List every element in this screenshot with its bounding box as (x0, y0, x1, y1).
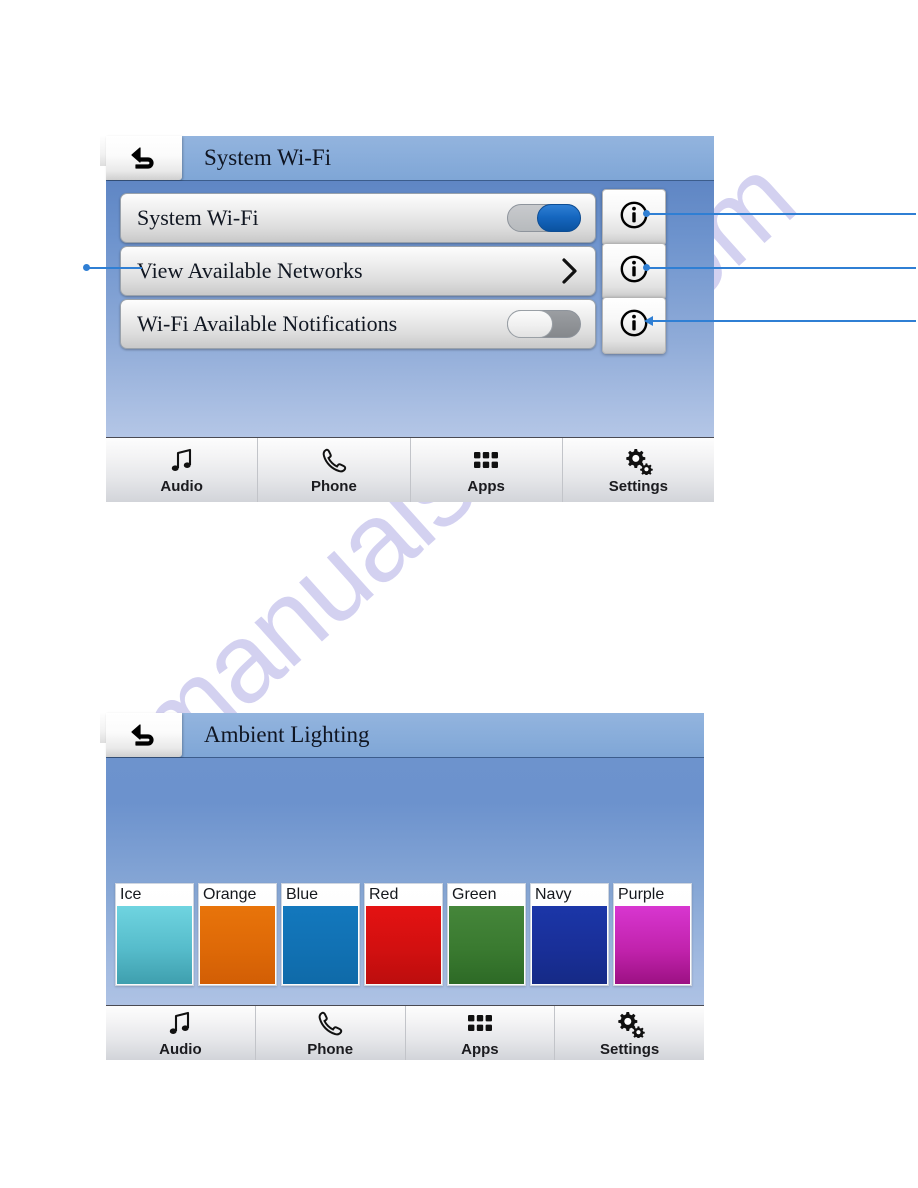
toggle-knob (507, 310, 553, 338)
color-swatch-ice[interactable]: Ice (115, 883, 194, 986)
page-title: Ambient Lighting (204, 722, 370, 747)
swatch-label: Purple (618, 886, 665, 903)
nav-label: Phone (307, 1040, 354, 1058)
nav-item-settings[interactable]: Settings (563, 438, 714, 502)
info-icon (619, 254, 649, 289)
color-swatch-navy[interactable]: Navy (530, 883, 609, 986)
nav-item-settings[interactable]: Settings (555, 1006, 704, 1060)
system-wifi-toggle[interactable] (507, 204, 581, 232)
color-swatch-strip: Ice Orange Blue Red Green Navy Purple (115, 883, 692, 986)
nav-item-apps[interactable]: Apps (406, 1006, 556, 1060)
nav-item-apps[interactable]: Apps (411, 438, 563, 502)
swatch-color (449, 906, 524, 984)
info-button-wifi-notifications[interactable] (602, 297, 666, 354)
swatch-color (200, 906, 275, 984)
nav-item-phone[interactable]: Phone (256, 1006, 406, 1060)
swatch-color (532, 906, 607, 984)
nav-item-audio[interactable]: Audio (106, 1006, 256, 1060)
callout-arrow-wifi-notifications (644, 316, 653, 326)
swatch-label: Red (369, 886, 399, 903)
system-wifi-screen: System Wi-Fi System Wi-Fi View Available… (100, 136, 714, 502)
back-arrow-icon (126, 722, 162, 748)
toggle-knob (537, 204, 581, 232)
swatch-color (117, 906, 192, 984)
color-swatch-red[interactable]: Red (364, 883, 443, 986)
back-button[interactable] (106, 713, 182, 757)
callout-endpoint-system-wifi (643, 210, 650, 217)
gears-icon (615, 1009, 645, 1039)
swatch-color (366, 906, 441, 984)
gears-icon (623, 446, 654, 476)
callout-line-system-wifi (646, 213, 916, 215)
screen-body: Ice Orange Blue Red Green Navy Purple (106, 758, 704, 1005)
callout-endpoint-left-view-networks (83, 264, 90, 271)
swatch-label: Ice (120, 886, 142, 903)
bottom-navigation-bar: Audio Phone Apps Settings (106, 437, 714, 502)
nav-label: Phone (310, 477, 357, 495)
music-note-icon (166, 1009, 194, 1039)
phone-handset-icon (316, 1009, 344, 1039)
info-button-system-wifi[interactable] (602, 189, 666, 246)
info-icon (619, 200, 649, 235)
back-arrow-icon (126, 145, 162, 171)
phone-handset-icon (320, 446, 348, 476)
grid-apps-icon (466, 1009, 494, 1039)
titlebar: Ambient Lighting (100, 713, 704, 758)
ambient-lighting-screen: Ambient Lighting Ice Orange Blue Red Gre… (100, 713, 704, 1065)
nav-label: Audio (160, 477, 203, 495)
callout-endpoint-view-networks (643, 264, 650, 271)
swatch-color (283, 906, 358, 984)
nav-label: Apps (461, 1040, 499, 1058)
nav-item-phone[interactable]: Phone (258, 438, 411, 502)
setting-label: System Wi-Fi (137, 205, 259, 230)
swatch-label: Green (452, 886, 497, 903)
setting-label: View Available Networks (137, 258, 363, 283)
setting-row-system-wifi[interactable]: System Wi-Fi (120, 193, 596, 243)
color-swatch-purple[interactable]: Purple (613, 883, 692, 986)
callout-line-left-view-networks (86, 267, 142, 269)
callout-line-view-networks (646, 267, 916, 269)
grid-apps-icon (472, 446, 500, 476)
titlebar: System Wi-Fi (100, 136, 714, 181)
swatch-label: Navy (535, 886, 572, 903)
nav-label: Audio (159, 1040, 202, 1058)
nav-label: Settings (600, 1040, 660, 1058)
color-swatch-green[interactable]: Green (447, 883, 526, 986)
info-button-view-networks[interactable] (602, 243, 666, 300)
nav-item-audio[interactable]: Audio (106, 438, 259, 502)
swatch-color (615, 906, 690, 984)
nav-label: Apps (467, 477, 505, 495)
music-note-icon (168, 446, 196, 476)
setting-row-wifi-notifications[interactable]: Wi-Fi Available Notifications (120, 299, 596, 349)
back-button[interactable] (106, 136, 182, 180)
setting-label: Wi-Fi Available Notifications (137, 311, 398, 336)
wifi-notifications-toggle[interactable] (507, 310, 581, 338)
page-title: System Wi-Fi (204, 145, 332, 170)
chevron-right-icon (559, 256, 579, 286)
callout-line-wifi-notifications (652, 320, 916, 322)
swatch-label: Orange (203, 886, 257, 903)
bottom-navigation-bar: Audio Phone Apps Settings (106, 1005, 704, 1060)
nav-label: Settings (608, 477, 668, 495)
swatch-label: Blue (286, 886, 319, 903)
color-swatch-orange[interactable]: Orange (198, 883, 277, 986)
setting-row-view-networks[interactable]: View Available Networks (120, 246, 596, 296)
color-swatch-blue[interactable]: Blue (281, 883, 360, 986)
screen-body: System Wi-Fi View Available Networks Wi-… (106, 181, 714, 437)
